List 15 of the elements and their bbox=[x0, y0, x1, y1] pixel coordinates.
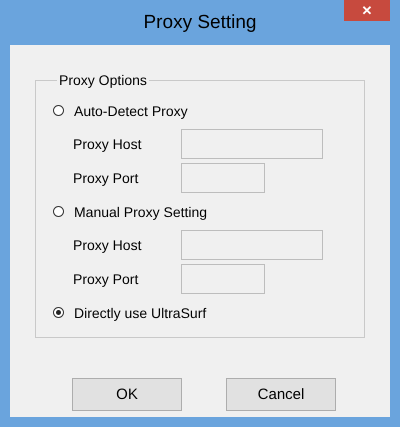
field-label: Proxy Port bbox=[73, 170, 140, 186]
window-title: Proxy Setting bbox=[144, 12, 256, 34]
radio-label[interactable]: Manual Proxy Setting bbox=[74, 204, 208, 220]
radio-button[interactable] bbox=[53, 206, 64, 217]
field-label: Proxy Port bbox=[73, 271, 140, 287]
field-label: Proxy Host bbox=[73, 237, 142, 253]
radio-label[interactable]: Directly use UltraSurf bbox=[74, 304, 206, 320]
radio-button[interactable] bbox=[53, 105, 64, 116]
dialog-button[interactable]: OK bbox=[72, 378, 182, 411]
close-button[interactable]: ✕ bbox=[344, 0, 390, 21]
radio-label[interactable]: Auto-Detect Proxy bbox=[74, 102, 188, 118]
dialog-button[interactable]: Cancel bbox=[226, 378, 336, 411]
radio-button[interactable] bbox=[53, 307, 64, 318]
field-label: Proxy Host bbox=[73, 136, 142, 152]
group-title: Proxy Options bbox=[58, 72, 148, 88]
